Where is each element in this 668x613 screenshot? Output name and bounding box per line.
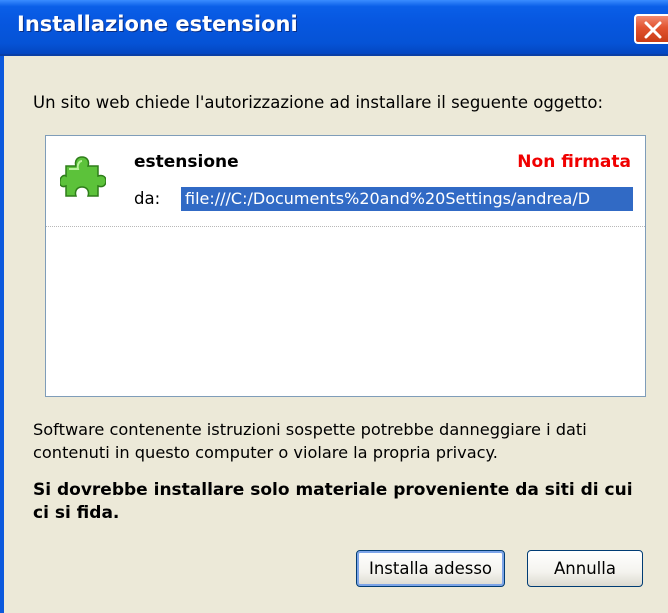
extension-list[interactable]: estensione Non firmata da: file:///C:/Do…: [45, 135, 646, 397]
source-url[interactable]: file:///C:/Documents%20and%20Settings/an…: [181, 187, 633, 211]
list-item[interactable]: estensione Non firmata da: file:///C:/Do…: [46, 136, 645, 227]
install-prompt: Un sito web chiede l'autorizzazione ad i…: [33, 93, 604, 112]
close-icon: [644, 21, 662, 39]
extension-name: estensione: [134, 152, 239, 172]
puzzle-piece-icon: [60, 156, 106, 197]
security-warning: Software contenente istruzioni sospette …: [33, 420, 587, 462]
security-advice: Si dovrebbe installare solo materiale pr…: [33, 480, 633, 523]
install-now-button[interactable]: Installa adesso: [356, 550, 505, 587]
from-label: da:: [134, 189, 161, 208]
close-button[interactable]: [634, 14, 668, 44]
dialog-content: Un sito web chiede l'autorizzazione ad i…: [4, 56, 668, 613]
window-title: Installazione estensioni: [17, 12, 298, 36]
signature-status: Non firmata: [517, 152, 631, 172]
cancel-button[interactable]: Annulla: [527, 550, 643, 587]
title-bar[interactable]: Installazione estensioni: [0, 0, 668, 56]
dialog-window: Installazione estensioni Un sito web chi…: [0, 0, 668, 613]
